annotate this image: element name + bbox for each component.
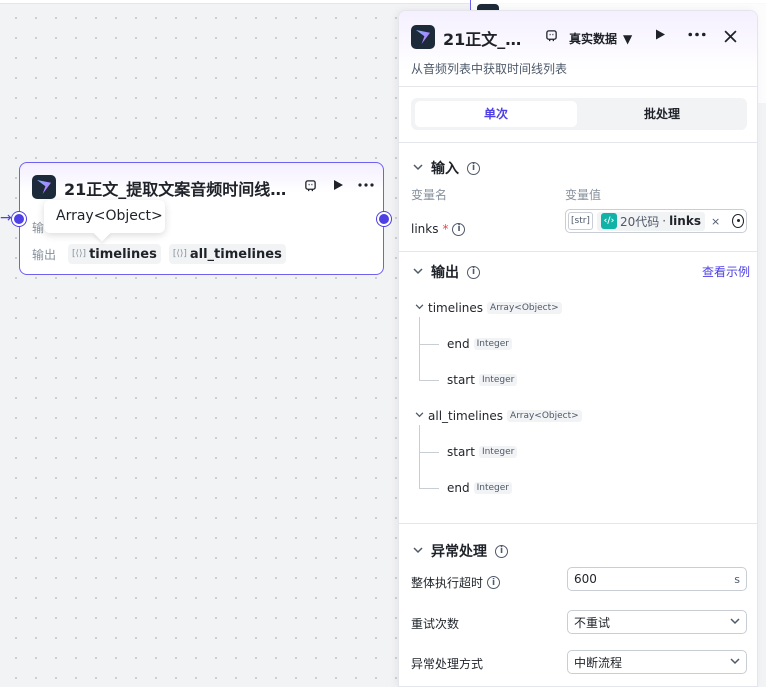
chevron-down-icon [415, 303, 424, 313]
panel-header: 21正文_提取文案音频时间线列表 真实数据 ▼ 从音频列表中获取时间线列表 [399, 11, 757, 87]
var-name-links: links * i [411, 222, 466, 236]
node-input-label: 输 [32, 221, 45, 235]
array-type-icon: [⟨⟩] [172, 249, 187, 259]
info-icon[interactable]: i [467, 161, 480, 175]
type-tag: Integer [478, 374, 518, 386]
type-tooltip: Array<Object> [44, 200, 165, 233]
node-input-port[interactable] [12, 212, 26, 226]
caret-down-icon: ▼ [623, 31, 633, 46]
chevron-down-icon [413, 546, 423, 557]
type-tag: Array<Object> [487, 302, 562, 314]
col-var-name: 变量名 [411, 188, 448, 202]
debug-icon[interactable] [302, 177, 318, 193]
error-mode-select[interactable]: 中断流程 [567, 650, 747, 674]
string-array-type-tag: [str] [568, 212, 593, 230]
divider [399, 142, 757, 143]
tab-single[interactable]: 单次 [415, 101, 577, 127]
variable-ref-chip[interactable]: ‹/› 20代码 · links [596, 211, 705, 231]
output-child-end: end Integer [447, 337, 512, 351]
code-icon: ‹/› [600, 213, 617, 229]
type-tag: Integer [478, 446, 518, 458]
info-icon[interactable]: i [452, 222, 466, 236]
type-tag: Integer [473, 482, 512, 494]
chevron-down-icon [413, 267, 423, 278]
output-chip-all-timelines[interactable]: [⟨⟩] all_timelines [168, 244, 286, 264]
info-icon[interactable]: i [467, 265, 480, 279]
chevron-down-icon [415, 411, 424, 421]
tree-line [419, 425, 420, 489]
variable-pick-icon[interactable] [732, 214, 744, 228]
view-example-link[interactable]: 查看示例 [702, 263, 750, 280]
play-icon[interactable] [330, 177, 346, 193]
tab-batch[interactable]: 批处理 [581, 101, 743, 127]
divider [399, 523, 757, 524]
output-section-header[interactable]: 输出 i [413, 262, 480, 282]
node-title: 21正文_提取文案音频时间线列表 [64, 180, 294, 199]
required-mark: * [442, 222, 449, 236]
node-output-port[interactable] [377, 212, 391, 226]
divider [399, 251, 757, 252]
timeout-input[interactable]: 600 s [567, 567, 747, 591]
panel-description: 从音频列表中获取时间线列表 [411, 62, 568, 76]
debug-icon[interactable] [545, 29, 558, 45]
tree-line [419, 344, 439, 345]
error-section-header[interactable]: 异常处理 i [413, 541, 508, 561]
output-child-start: start Integer [447, 445, 518, 459]
clear-icon[interactable]: × [711, 215, 720, 228]
node-toolbar [302, 177, 374, 193]
input-section-header[interactable]: 输入 i [413, 158, 480, 178]
more-icon[interactable] [688, 28, 706, 44]
run-mode-tabs: 单次 批处理 [411, 98, 747, 130]
array-type-icon: [⟨⟩] [72, 249, 87, 259]
chevron-down-icon [730, 617, 740, 628]
tree-line [419, 452, 439, 453]
output-item-all-timelines[interactable]: all_timelines Array<Object> [415, 409, 582, 423]
tree-line [419, 317, 420, 381]
node-output-row: 输出 [⟨⟩] timelines [⟨⟩] all_timelines [32, 244, 286, 264]
type-tag: Array<Object> [507, 410, 582, 422]
tree-line [419, 488, 439, 489]
output-item-timelines[interactable]: timelines Array<Object> [415, 301, 562, 315]
node-logo-icon [32, 175, 56, 199]
play-icon[interactable] [654, 28, 666, 44]
data-mode-select[interactable]: 真实数据 ▼ [569, 30, 632, 47]
panel-logo-icon [411, 25, 435, 49]
incoming-edge-arrow-icon: → [0, 210, 12, 226]
tree-line [419, 380, 439, 381]
output-child-end: end Integer [447, 481, 512, 495]
type-tag: Integer [473, 338, 512, 350]
panel-title[interactable]: 21正文_提取文案音频时间线列表 [443, 26, 535, 50]
retry-label: 重试次数 [411, 617, 460, 631]
var-value-field[interactable]: [str] ‹/› 20代码 · links × [565, 209, 747, 233]
col-var-value: 变量值 [565, 188, 602, 202]
retry-select[interactable]: 不重试 [567, 610, 747, 634]
output-child-start: start Integer [447, 373, 518, 387]
timeout-label: 整体执行超时 i [411, 574, 501, 591]
info-icon[interactable]: i [495, 544, 508, 558]
chevron-down-icon [413, 163, 423, 174]
info-icon[interactable]: i [487, 576, 501, 589]
close-icon[interactable] [724, 28, 737, 47]
chevron-down-icon [730, 657, 740, 668]
node-output-label: 输出 [32, 247, 57, 262]
error-mode-label: 异常处理方式 [411, 657, 484, 671]
more-icon[interactable] [358, 177, 374, 193]
output-chip-timelines[interactable]: [⟨⟩] timelines [68, 244, 161, 264]
node-config-panel: 21正文_提取文案音频时间线列表 真实数据 ▼ 从音频列表中获取时间线列表 单次… [398, 10, 758, 687]
